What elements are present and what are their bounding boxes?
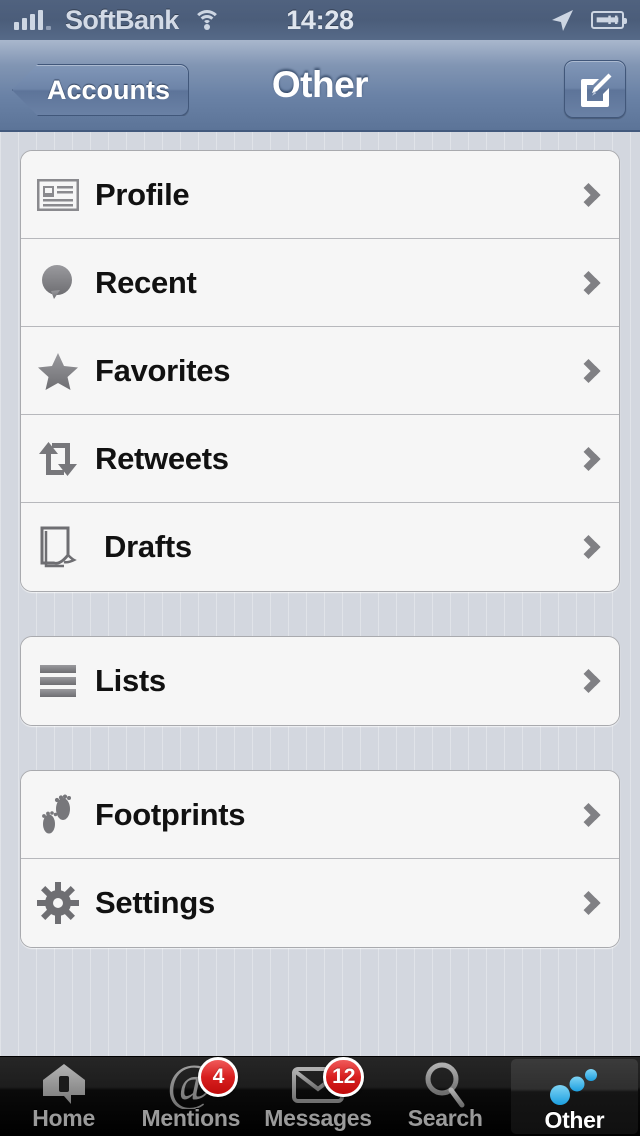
- chevron-right-icon: [576, 182, 601, 207]
- tab-label: Home: [32, 1105, 95, 1131]
- row-lists[interactable]: Lists: [21, 637, 619, 725]
- list-lines-icon: [21, 664, 95, 698]
- chevron-right-icon: [576, 802, 601, 827]
- compose-icon: [581, 73, 612, 107]
- tab-label: Messages: [264, 1105, 372, 1131]
- compose-button[interactable]: [564, 60, 626, 118]
- row-label: Lists: [95, 663, 166, 698]
- row-recent[interactable]: Recent: [21, 239, 619, 327]
- chevron-right-icon: [576, 358, 601, 383]
- row-profile[interactable]: Profile: [21, 151, 619, 239]
- tab-home[interactable]: Home: [0, 1057, 127, 1136]
- content-scroll-area[interactable]: Profile Recent Favorites Retweets Drafts…: [0, 132, 640, 1056]
- tab-label: Other: [544, 1107, 605, 1133]
- row-footprints[interactable]: Footprints: [21, 771, 619, 859]
- dots-icon: [546, 1065, 602, 1109]
- carrier-label: SoftBank: [65, 4, 179, 35]
- row-favorites[interactable]: Favorites: [21, 327, 619, 415]
- chevron-right-icon: [576, 270, 601, 295]
- tab-mentions[interactable]: @ 4 Mentions: [127, 1057, 254, 1136]
- footprints-icon: [21, 793, 95, 837]
- row-label: Retweets: [95, 440, 229, 476]
- search-icon: [421, 1062, 469, 1108]
- battery-charging-icon: [591, 11, 627, 29]
- status-bar-right: [390, 7, 640, 33]
- location-arrow-icon: [552, 10, 573, 31]
- draft-page-icon: [21, 525, 95, 569]
- badge-mentions: 4: [198, 1057, 239, 1097]
- signal-bars-icon: [14, 10, 51, 30]
- section-primary: Profile Recent Favorites Retweets Drafts: [20, 150, 620, 592]
- tab-search[interactable]: Search: [382, 1057, 509, 1136]
- section-tools: Footprints Settings: [20, 770, 620, 948]
- tab-label: Search: [407, 1105, 483, 1131]
- chevron-right-icon: [576, 534, 601, 560]
- speech-bubble-icon: [21, 263, 95, 303]
- home-icon: [40, 1063, 88, 1107]
- tab-other[interactable]: Other: [510, 1059, 639, 1134]
- row-label: Favorites: [95, 352, 231, 388]
- chevron-right-icon: [576, 890, 601, 916]
- row-label: Settings: [95, 885, 215, 920]
- chevron-right-icon: [576, 668, 601, 694]
- wifi-icon: [192, 10, 221, 30]
- badge-messages: 12: [323, 1057, 365, 1097]
- gear-icon: [21, 882, 95, 924]
- status-bar-left: SoftBank: [0, 5, 250, 36]
- row-label: Drafts: [104, 529, 192, 564]
- app-root: SoftBank 14:28 Other Accounts Profile Re…: [0, 0, 640, 1136]
- tab-label: Mentions: [141, 1105, 241, 1131]
- status-bar-center: 14:28: [250, 5, 390, 36]
- row-label: Footprints: [95, 796, 246, 832]
- nav-bar: Other Accounts: [0, 40, 640, 132]
- retweet-icon: [21, 441, 95, 477]
- row-settings[interactable]: Settings: [21, 859, 619, 947]
- row-drafts[interactable]: Drafts: [21, 503, 619, 591]
- row-label: Recent: [95, 264, 197, 300]
- id-card-icon: [21, 178, 95, 211]
- section-lists: Lists: [20, 636, 620, 726]
- status-bar: SoftBank 14:28: [0, 0, 640, 40]
- row-label: Profile: [95, 176, 190, 212]
- star-icon: [21, 351, 95, 391]
- back-button-accounts[interactable]: Accounts: [12, 64, 190, 116]
- clock-label: 14:28: [286, 4, 354, 35]
- tab-bar: Home @ 4 Mentions 12 Messages Search Oth…: [0, 1056, 640, 1136]
- tab-messages[interactable]: 12 Messages: [254, 1057, 381, 1136]
- chevron-right-icon: [576, 446, 601, 471]
- row-retweets[interactable]: Retweets: [21, 415, 619, 503]
